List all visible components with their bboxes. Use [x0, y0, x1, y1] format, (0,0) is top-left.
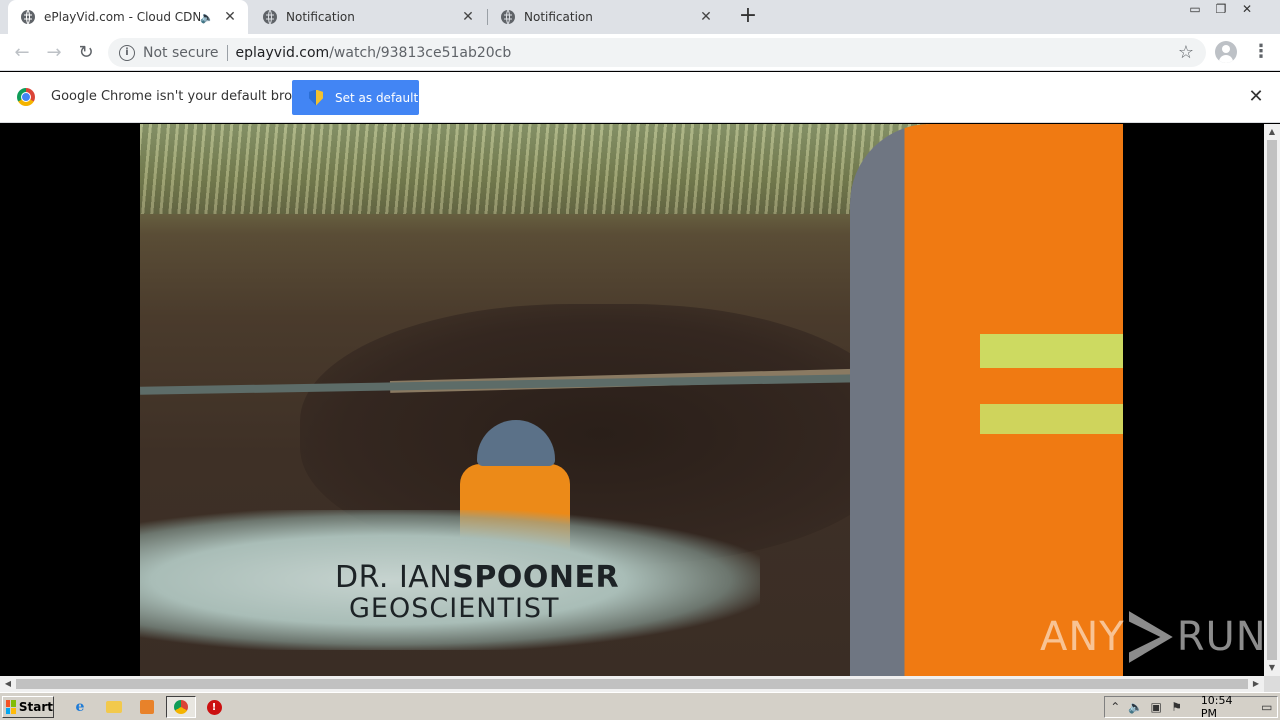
new-tab-button[interactable]: +: [736, 4, 760, 28]
taskbar-clock[interactable]: 10:54 PM: [1201, 694, 1249, 720]
vest-stripe: [980, 404, 1123, 434]
url-path: /watch/93813ce51ab20cb: [329, 44, 512, 61]
close-infobar-icon[interactable]: ✕: [1247, 86, 1265, 108]
url-host: eplayvid.com: [235, 44, 330, 61]
uac-shield-icon: [309, 89, 323, 106]
chrome-taskbar-icon[interactable]: [166, 696, 196, 718]
back-icon[interactable]: ←: [11, 42, 33, 64]
close-tab-icon[interactable]: ✕: [696, 9, 716, 25]
scroll-right-icon[interactable]: ▶: [1248, 676, 1264, 692]
reload-icon[interactable]: ↻: [75, 42, 97, 64]
tab-notification-2[interactable]: Notification ✕: [488, 0, 724, 34]
close-tab-icon[interactable]: ✕: [220, 9, 240, 25]
tab-notification-1[interactable]: Notification ✕: [250, 0, 486, 34]
internet-explorer-icon[interactable]: e: [70, 698, 90, 716]
watermark-right: RUN: [1176, 614, 1267, 660]
scroll-up-icon[interactable]: ▲: [1264, 124, 1280, 140]
vertical-scroll-thumb[interactable]: [1267, 140, 1277, 660]
scrollbar-corner: [1264, 676, 1280, 692]
caption-name: DR. IANSPOONER: [335, 561, 619, 595]
forward-icon[interactable]: →: [43, 42, 65, 64]
omnibox-divider: [226, 44, 228, 61]
file-explorer-icon[interactable]: [104, 698, 124, 716]
infobar-message: Google Chrome isn't your default browser: [51, 89, 323, 104]
window-controls: ▭ ❐ ✕: [1182, 0, 1260, 18]
stop-app-icon[interactable]: !: [204, 698, 224, 716]
tab-title: ePlayVid.com - Cloud CDN: [44, 10, 201, 24]
start-button[interactable]: Start: [2, 696, 54, 718]
caption-last-name: SPOONER: [452, 560, 620, 595]
bookmark-star-icon[interactable]: ☆: [1178, 42, 1194, 63]
show-desktop-icon[interactable]: ▭: [1257, 700, 1277, 714]
video-foreground-person: [850, 124, 1123, 676]
horizontal-scrollbar[interactable]: ◀ ▶: [0, 676, 1264, 692]
scroll-down-icon[interactable]: ▼: [1264, 660, 1280, 676]
watermark-left: ANY: [1040, 614, 1125, 660]
scroll-left-icon[interactable]: ◀: [0, 676, 16, 692]
play-triangle-icon: [1128, 611, 1173, 663]
set-as-default-button[interactable]: Set as default: [292, 80, 419, 115]
tab-strip: ePlayVid.com - Cloud CDN 🔈 ✕ Notificatio…: [0, 0, 1280, 34]
horizontal-scroll-thumb[interactable]: [16, 679, 1248, 689]
profile-avatar-icon[interactable]: [1215, 41, 1237, 63]
windows-taskbar: Start e ! ⌃ 🔈 ▣ ⚑ 10:54 PM ▭: [0, 692, 1280, 720]
info-icon[interactable]: i: [119, 44, 135, 61]
globe-icon: [500, 9, 516, 25]
set-as-default-label: Set as default: [335, 90, 419, 105]
anyrun-watermark: ANY RUN: [1040, 611, 1267, 663]
kebab-menu-icon[interactable]: ⋮: [1252, 40, 1270, 64]
address-bar[interactable]: i Not secure eplayvid.com/watch/93813ce5…: [108, 38, 1206, 67]
caption-first-name: DR. IAN: [335, 560, 453, 595]
globe-icon: [20, 9, 36, 25]
restore-icon[interactable]: ❐: [1208, 0, 1234, 18]
tab-title: Notification: [286, 10, 355, 24]
tray-expand-icon[interactable]: ⌃: [1105, 700, 1125, 714]
default-browser-infobar: Google Chrome isn't your default browser: [0, 72, 1280, 123]
video-player[interactable]: DR. IANSPOONER GEOSCIENTIST: [140, 124, 1123, 676]
action-center-flag-icon[interactable]: ⚑: [1166, 700, 1186, 714]
start-label: Start: [18, 700, 53, 714]
security-label: Not secure: [143, 44, 219, 61]
windows-logo-icon: [6, 700, 16, 714]
close-window-icon[interactable]: ✕: [1234, 0, 1260, 18]
browser-toolbar: ← → ↻ i Not secure eplayvid.com/watch/93…: [0, 34, 1280, 71]
system-tray: ⌃ 🔈 ▣ ⚑ 10:54 PM ▭: [1104, 694, 1278, 720]
lower-third-caption: DR. IANSPOONER GEOSCIENTIST: [335, 561, 619, 623]
tab-title: Notification: [524, 10, 593, 24]
speaker-icon[interactable]: 🔈: [200, 11, 214, 24]
minimize-icon[interactable]: ▭: [1182, 0, 1208, 18]
volume-icon[interactable]: 🔈: [1125, 700, 1145, 714]
network-icon[interactable]: ▣: [1146, 700, 1166, 714]
close-tab-icon[interactable]: ✕: [458, 9, 478, 25]
caption-title: GEOSCIENTIST: [349, 593, 560, 624]
media-player-icon[interactable]: [137, 698, 157, 716]
chrome-logo-icon: [17, 88, 35, 106]
globe-icon: [262, 9, 278, 25]
tab-eplayvid[interactable]: ePlayVid.com - Cloud CDN 🔈 ✕: [8, 0, 248, 34]
vertical-scrollbar[interactable]: ▲ ▼: [1264, 124, 1280, 676]
vest-stripe: [980, 334, 1123, 368]
